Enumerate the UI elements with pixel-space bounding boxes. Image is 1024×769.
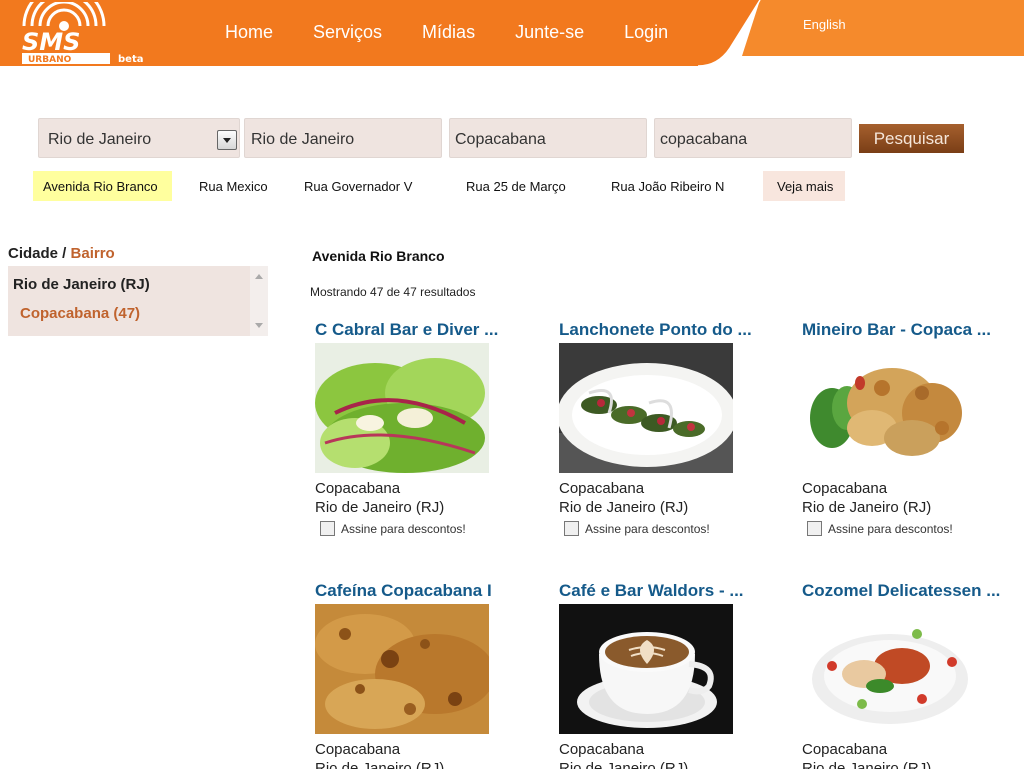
result-city: Rio de Janeiro (RJ) — [315, 760, 445, 769]
subscribe-checkbox[interactable] — [564, 521, 579, 536]
result-neighborhood: Copacabana — [559, 741, 645, 758]
dish-plate-photo[interactable] — [802, 604, 976, 734]
result-city: Rio de Janeiro (RJ) — [802, 760, 932, 769]
neighborhood-field-value: Copacabana — [455, 131, 546, 148]
fried-food-photo[interactable] — [802, 343, 976, 473]
chevron-down-icon[interactable] — [217, 130, 237, 150]
nav-servicos[interactable]: Serviços — [313, 22, 382, 43]
result-card: Lanchonete Ponto do ... Copacabana Rio d… — [559, 320, 789, 536]
neighborhood-field[interactable]: Copacabana — [449, 118, 647, 158]
subscribe-checkbox[interactable] — [320, 521, 335, 536]
result-neighborhood: Copacabana — [802, 480, 888, 497]
sidebar-title-city: Cidade — [8, 245, 59, 262]
location-list: Rio de Janeiro (RJ) Copacabana (47) — [8, 266, 268, 336]
salad-photo[interactable] — [315, 343, 489, 473]
result-neighborhood: Copacabana — [315, 480, 401, 497]
street-item-rua-governador[interactable]: Rua Governador V — [304, 171, 412, 201]
svg-text:SMS: SMS — [22, 28, 80, 56]
result-title[interactable]: Cafeína Copacabana I — [315, 581, 545, 603]
header-bar: SMS URBANO beta Home Serviços Mídias Jun… — [0, 0, 1024, 68]
result-city: Rio de Janeiro (RJ) — [559, 760, 689, 769]
state-select[interactable]: Rio de Janeiro — [38, 118, 240, 158]
city-field[interactable]: Rio de Janeiro — [244, 118, 442, 158]
search-button[interactable]: Pesquisar — [859, 124, 964, 153]
result-card: Mineiro Bar - Copaca ... Copacabana Rio … — [802, 320, 1024, 536]
result-city: Rio de Janeiro (RJ) — [559, 499, 689, 516]
main-nav: Home Serviços Mídias Junte-se Login — [225, 22, 708, 43]
result-neighborhood: Copacabana — [802, 741, 888, 758]
sms-urbano-logo[interactable]: SMS URBANO beta — [18, 0, 163, 66]
svg-text:URBANO: URBANO — [28, 55, 72, 65]
location-city-item[interactable]: Rio de Janeiro (RJ) — [13, 276, 150, 293]
location-bairro-item[interactable]: Copacabana (47) — [20, 305, 140, 322]
state-select-value: Rio de Janeiro — [48, 131, 152, 148]
scroll-down-icon[interactable] — [255, 323, 263, 328]
subscribe-label: Assine para descontos! — [341, 522, 466, 536]
subscribe-checkbox[interactable] — [807, 521, 822, 536]
result-title[interactable]: C Cabral Bar e Diver ... — [315, 320, 545, 342]
city-field-value: Rio de Janeiro — [251, 131, 355, 148]
result-neighborhood: Copacabana — [315, 741, 401, 758]
result-city: Rio de Janeiro (RJ) — [315, 499, 445, 516]
street-item-rua-joao-ribeiro[interactable]: Rua João Ribeiro N — [611, 171, 724, 201]
result-neighborhood: Copacabana — [559, 480, 645, 497]
subscribe-label: Assine para descontos! — [828, 522, 953, 536]
results-count: Mostrando 47 de 47 resultados — [310, 285, 476, 299]
street-item-avenida-rio-branco[interactable]: Avenida Rio Branco — [33, 171, 172, 201]
language-link[interactable]: English — [803, 17, 846, 32]
sidebar-title-separator: / — [58, 245, 71, 262]
nav-junte-se[interactable]: Junte-se — [515, 22, 584, 43]
result-card: Café e Bar Waldors - ... Copacabana Rio … — [559, 581, 789, 769]
search-input-value: copacabana — [660, 131, 748, 148]
result-card: Cozomel Delicatessen ... Copacabana Rio … — [802, 581, 1024, 769]
subscribe-discounts[interactable]: Assine para descontos! — [807, 521, 953, 536]
nav-home[interactable]: Home — [225, 22, 273, 43]
latte-art-cup-photo[interactable] — [559, 604, 733, 734]
more-streets-button[interactable]: Veja mais — [763, 171, 846, 201]
result-title[interactable]: Café e Bar Waldors - ... — [559, 581, 789, 603]
subscribe-discounts[interactable]: Assine para descontos! — [320, 521, 466, 536]
svg-text:beta: beta — [118, 54, 143, 65]
subscribe-discounts[interactable]: Assine para descontos! — [564, 521, 710, 536]
location-list-scrollbar[interactable] — [250, 266, 268, 336]
search-input[interactable]: copacabana — [654, 118, 852, 158]
result-title[interactable]: Cozomel Delicatessen ... — [802, 581, 1024, 603]
result-card: Cafeína Copacabana I Copacabana Rio de J… — [315, 581, 545, 769]
street-item-rua-mexico[interactable]: Rua Mexico — [199, 171, 268, 201]
pastry-crumble-photo[interactable] — [315, 604, 489, 734]
result-city: Rio de Janeiro (RJ) — [802, 499, 932, 516]
nav-midias[interactable]: Mídias — [422, 22, 475, 43]
nav-login[interactable]: Login — [624, 22, 668, 43]
sidebar-title-bairro: Bairro — [70, 245, 115, 262]
sidebar-title: Cidade / Bairro — [8, 245, 115, 262]
scroll-up-icon[interactable] — [255, 274, 263, 279]
subscribe-label: Assine para descontos! — [585, 522, 710, 536]
result-card: C Cabral Bar e Diver ... Copacabana Rio … — [315, 320, 545, 536]
result-title[interactable]: Lanchonete Ponto do ... — [559, 320, 789, 342]
result-title[interactable]: Mineiro Bar - Copaca ... — [802, 320, 1024, 342]
appetizer-plate-photo[interactable] — [559, 343, 733, 473]
results-heading: Avenida Rio Branco — [312, 248, 445, 264]
street-item-rua-25-de-marco[interactable]: Rua 25 de Março — [466, 171, 566, 201]
page: SMS URBANO beta Home Serviços Mídias Jun… — [0, 0, 1024, 769]
